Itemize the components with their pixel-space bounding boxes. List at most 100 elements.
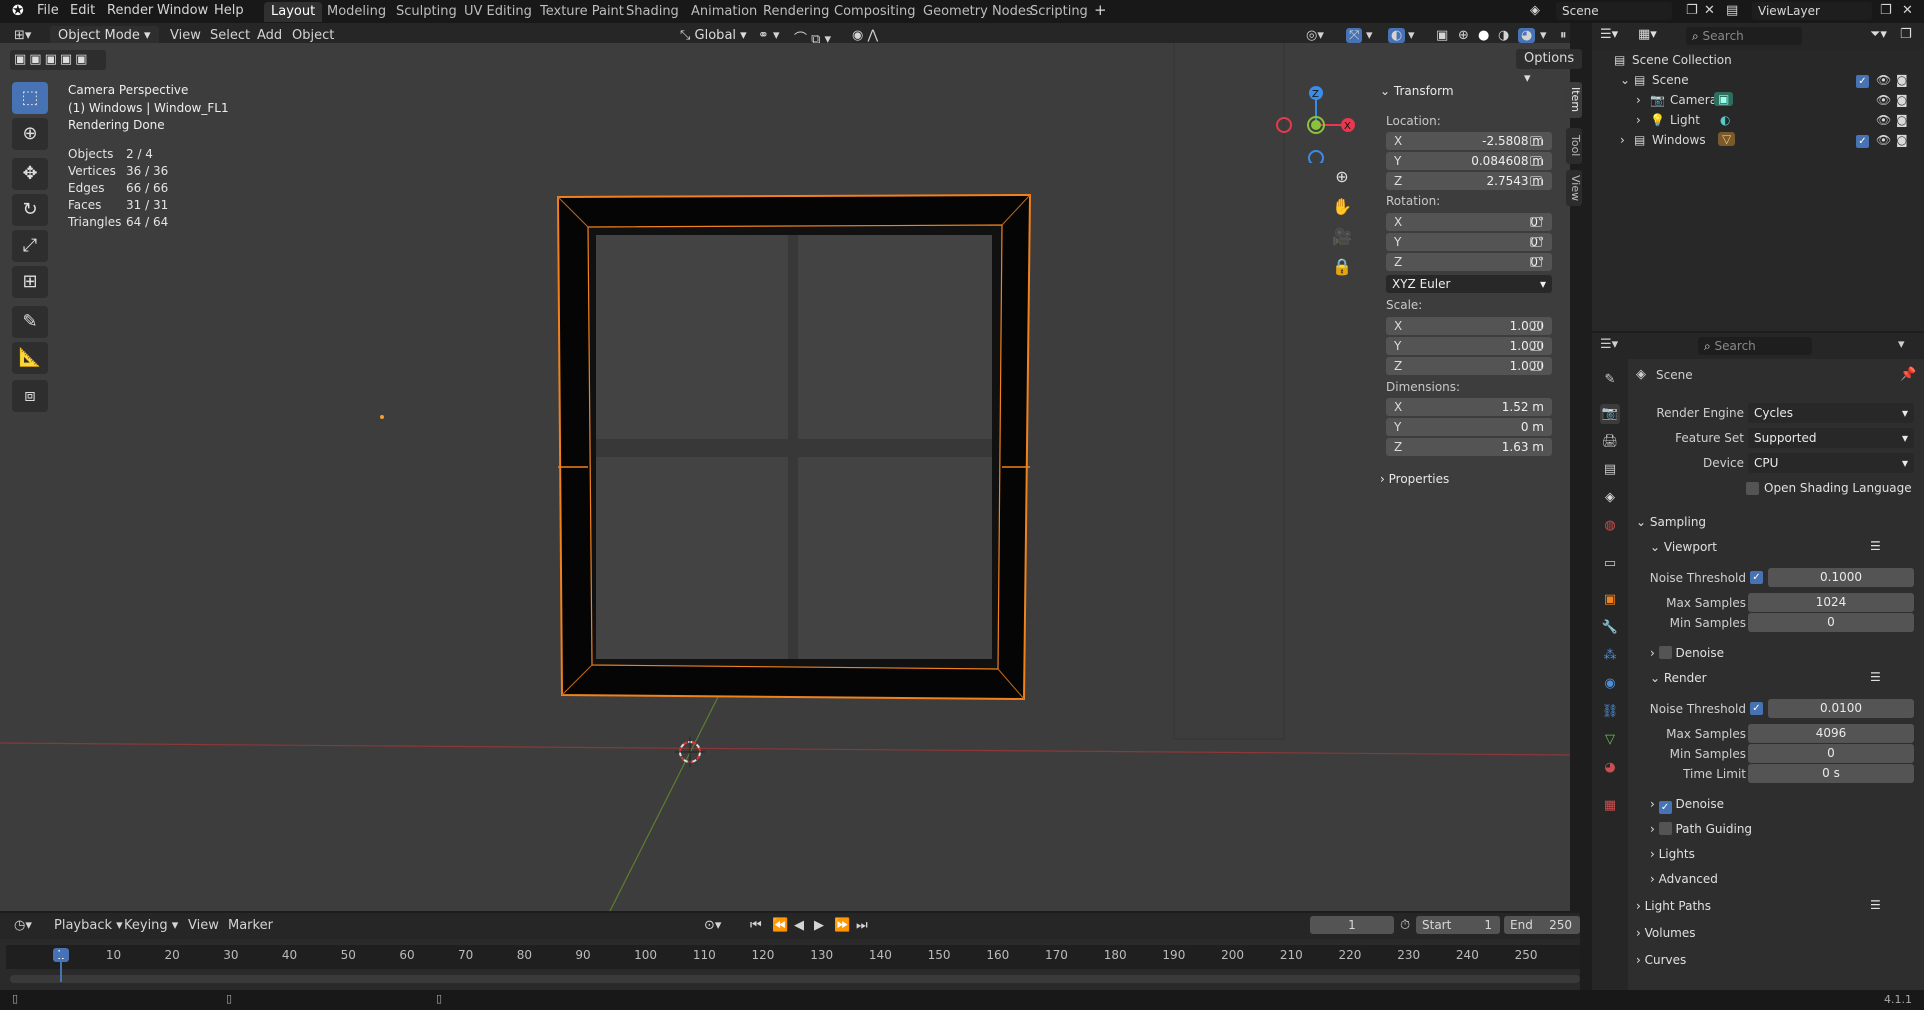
r-noise-field[interactable]: 0.0100: [1768, 699, 1914, 718]
menu-file[interactable]: File: [37, 3, 59, 18]
r-min-samples-field[interactable]: 0: [1748, 744, 1914, 763]
lock-icon[interactable]: [1530, 321, 1542, 331]
jump-end-icon[interactable]: ⏭: [856, 918, 868, 933]
camera-view-icon[interactable]: 🎥: [1330, 227, 1354, 251]
shading-material-icon[interactable]: ◑: [1498, 28, 1509, 43]
view-layer-close-icon[interactable]: ✕: [1902, 3, 1913, 18]
data-tab-icon[interactable]: ▽: [1600, 730, 1620, 750]
tab-item[interactable]: Item: [1566, 82, 1582, 118]
new-collection-icon[interactable]: ❐: [1900, 27, 1912, 42]
outliner-row-windows[interactable]: › ▤ Windows ▽ ✓ 👁 ◙: [1592, 131, 1924, 151]
lock-view-icon[interactable]: 🔒: [1330, 257, 1354, 281]
lock-icon[interactable]: [1530, 237, 1542, 247]
scene-new-icon[interactable]: ❐: [1686, 3, 1698, 18]
world-tab-icon[interactable]: ◍: [1600, 516, 1620, 536]
path-guiding-checkbox[interactable]: [1658, 822, 1672, 835]
menu-edit[interactable]: Edit: [70, 3, 95, 18]
zoom-icon[interactable]: ⊕: [1330, 167, 1354, 191]
lock-icon[interactable]: [1530, 341, 1542, 351]
end-frame-field[interactable]: End 250: [1504, 916, 1580, 934]
measure-tool-icon[interactable]: 📐: [12, 342, 48, 374]
timeline-editor-icon[interactable]: ◷▾: [14, 918, 32, 933]
tab-view[interactable]: View: [1566, 170, 1582, 206]
particles-tab-icon[interactable]: ⁂: [1600, 646, 1620, 666]
volumes-section[interactable]: › Volumes: [1636, 926, 1696, 940]
render-camera-icon[interactable]: ◙: [1896, 113, 1908, 127]
proportional-edit-icon[interactable]: ◉ ⋀: [852, 28, 878, 43]
eye-icon[interactable]: 👁: [1876, 133, 1891, 147]
scale-x-field[interactable]: X 1.000: [1386, 317, 1552, 335]
cursor-tool-icon[interactable]: ⊕: [12, 118, 48, 150]
location-x-field[interactable]: X -2.5808 m: [1386, 132, 1552, 150]
menu-view[interactable]: View: [170, 28, 201, 43]
view-layer-new-icon[interactable]: ❐: [1880, 3, 1892, 18]
outliner-row-camera[interactable]: › 📷 Camera ▣ 👁 ◙: [1592, 91, 1924, 111]
include-checkbox[interactable]: ✓: [1856, 75, 1869, 88]
r-denoise-row[interactable]: › ✓ Denoise: [1650, 797, 1724, 814]
lock-icon[interactable]: [1530, 361, 1542, 371]
add-cube-tool-icon[interactable]: ⧈: [12, 380, 48, 412]
rotate-tool-icon[interactable]: ↻: [12, 194, 48, 226]
lock-icon[interactable]: [1530, 176, 1542, 186]
r-max-samples-field[interactable]: 4096: [1748, 724, 1914, 743]
outliner-row-light[interactable]: › 💡 Light ◐ 👁 ◙: [1592, 111, 1924, 131]
device-dropdown[interactable]: CPU ▾: [1748, 453, 1914, 473]
current-frame-field[interactable]: 1: [1310, 916, 1394, 934]
scene-tab-icon[interactable]: ◈: [1600, 488, 1620, 508]
sampling-section[interactable]: ⌄ Sampling: [1636, 515, 1706, 529]
r-denoise-checkbox[interactable]: ✓: [1658, 801, 1672, 814]
blender-logo-icon[interactable]: ✪: [12, 3, 24, 19]
osl-checkbox[interactable]: [1746, 482, 1759, 495]
location-y-field[interactable]: Y 0.084608 m: [1386, 152, 1552, 170]
render-camera-icon[interactable]: ◙: [1896, 93, 1908, 107]
outliner-row-scene[interactable]: ⌄ ▤ Scene ✓ 👁 ◙: [1592, 71, 1924, 91]
tab-shading[interactable]: Shading: [619, 2, 686, 22]
scale-tool-icon[interactable]: ⤢: [12, 230, 48, 262]
outliner-editor-icon[interactable]: ☰▾: [1600, 27, 1618, 42]
expand-chevron-icon[interactable]: ⌄: [1620, 73, 1630, 87]
add-workspace-icon[interactable]: +: [1094, 1, 1107, 19]
lock-icon[interactable]: [1530, 257, 1542, 267]
viewport-presets-icon[interactable]: ☰: [1870, 539, 1881, 553]
expand-chevron-icon[interactable]: ›: [1620, 133, 1625, 147]
lock-icon[interactable]: [1530, 217, 1542, 227]
dimensions-z-field[interactable]: Z 1.63 m: [1386, 438, 1552, 456]
menu-window[interactable]: Window: [157, 3, 208, 18]
render-camera-icon[interactable]: ◙: [1896, 73, 1908, 87]
tab-uv-editing[interactable]: UV Editing: [457, 2, 539, 22]
lock-icon[interactable]: [1530, 136, 1542, 146]
render-engine-dropdown[interactable]: Cycles ▾: [1748, 403, 1914, 423]
timeline-scrollbar[interactable]: [10, 975, 1580, 983]
curves-section[interactable]: › Curves: [1636, 953, 1686, 967]
vp-denoise-row[interactable]: › Denoise: [1650, 646, 1724, 660]
light-paths-presets-icon[interactable]: ☰: [1870, 898, 1881, 912]
select-box-tool-icon[interactable]: ⬚: [12, 82, 48, 114]
dimensions-y-field[interactable]: Y 0 m: [1386, 418, 1552, 436]
vp-min-samples-field[interactable]: 0: [1748, 613, 1914, 632]
properties-search[interactable]: ⌕ Search: [1698, 337, 1812, 355]
tab-scripting[interactable]: Scripting: [1023, 2, 1095, 22]
start-frame-field[interactable]: Start 1: [1416, 916, 1500, 934]
visibility-icon[interactable]: ◎▾: [1306, 28, 1324, 43]
options-dropdown[interactable]: Options ▾: [1516, 49, 1583, 86]
transform-panel-header[interactable]: ⌄ Transform: [1380, 84, 1454, 98]
properties-dropdown-icon[interactable]: ▾: [1898, 337, 1905, 352]
autokey-icon[interactable]: ⊙▾: [704, 918, 721, 933]
eye-icon[interactable]: 👁: [1876, 73, 1891, 87]
3d-viewport[interactable]: Camera Perspective (1) Windows | Window_…: [0, 43, 1583, 911]
view-layer-selector[interactable]: ViewLayer: [1752, 2, 1872, 20]
properties-panel-header[interactable]: › Properties: [1380, 472, 1449, 486]
output-tab-icon[interactable]: 🖨: [1600, 432, 1620, 452]
eye-icon[interactable]: 👁: [1876, 113, 1891, 127]
jump-start-icon[interactable]: ⏮: [750, 918, 762, 933]
menu-object[interactable]: Object: [292, 28, 334, 43]
expand-chevron-icon[interactable]: ›: [1636, 113, 1641, 127]
jump-keyframe-forward-icon[interactable]: ⏩: [834, 918, 850, 933]
feature-set-dropdown[interactable]: Supported ▾: [1748, 428, 1914, 448]
rotation-x-field[interactable]: X 0°: [1386, 213, 1552, 231]
scale-y-field[interactable]: Y 1.000: [1386, 337, 1552, 355]
tool-tab-icon[interactable]: ✎: [1600, 370, 1620, 390]
play-icon[interactable]: ▶: [814, 918, 824, 933]
outliner-row-scene-collection[interactable]: ▤ Scene Collection: [1592, 51, 1924, 71]
shading-rendered-icon[interactable]: ◕: [1518, 28, 1536, 43]
